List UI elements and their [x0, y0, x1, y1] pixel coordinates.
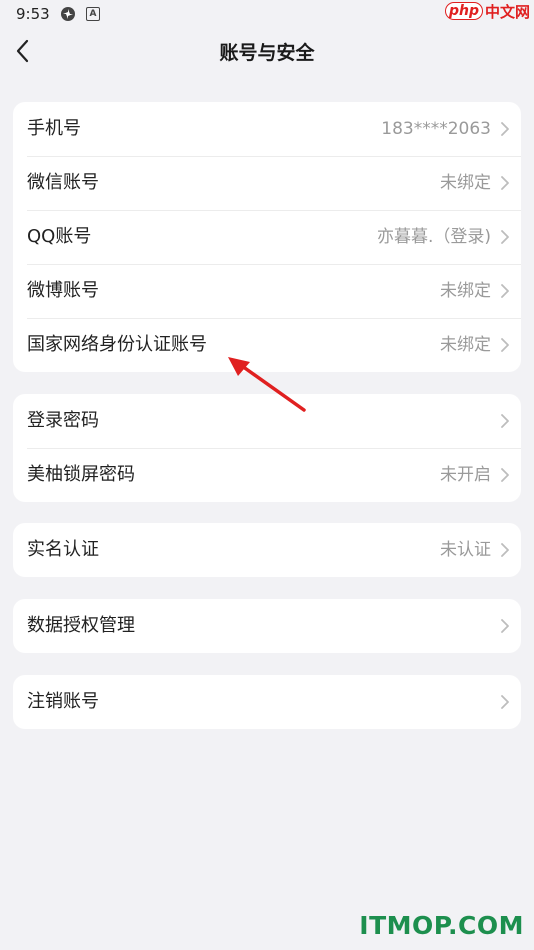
row-value: 未开启 — [440, 465, 491, 485]
status-time: 9:53 — [16, 5, 50, 23]
chevron-right-icon — [501, 468, 509, 482]
chevron-right-icon — [501, 543, 509, 557]
row-weibo[interactable]: 微博账号 未绑定 — [13, 264, 521, 318]
chevron-right-icon — [501, 338, 509, 352]
group-realname: 实名认证 未认证 — [13, 523, 521, 577]
row-realname[interactable]: 实名认证 未认证 — [13, 523, 521, 577]
header: 账号与安全 — [0, 28, 534, 74]
row-deactivate[interactable]: 注销账号 — [13, 675, 521, 729]
row-login-password[interactable]: 登录密码 — [13, 394, 521, 448]
row-label: 手机号 — [27, 118, 81, 139]
chevron-right-icon — [501, 176, 509, 190]
group-data-auth: 数据授权管理 — [13, 599, 521, 653]
row-label: QQ账号 — [27, 226, 92, 247]
group-passwords: 登录密码 美柚锁屏密码 未开启 — [13, 394, 521, 502]
row-value: 亦暮暮.（登录) — [376, 227, 491, 247]
row-lockscreen-password[interactable]: 美柚锁屏密码 未开启 — [13, 448, 521, 502]
row-phone[interactable]: 手机号 183****2063 — [13, 102, 521, 156]
group-deactivate: 注销账号 — [13, 675, 521, 729]
group-linked-accounts: 手机号 183****2063 微信账号 未绑定 QQ账号 亦暮暮.（登录) 微… — [13, 102, 521, 372]
row-value: 未绑定 — [440, 281, 491, 301]
status-bar: 9:53 A php 中文网 — [0, 0, 534, 28]
chevron-right-icon — [501, 414, 509, 428]
chevron-right-icon — [501, 619, 509, 633]
row-label: 美柚锁屏密码 — [27, 464, 135, 485]
fan-icon — [61, 7, 75, 21]
chevron-right-icon — [501, 122, 509, 136]
row-qq[interactable]: QQ账号 亦暮暮.（登录) — [13, 210, 521, 264]
row-value: 未绑定 — [440, 335, 491, 355]
watermark-itmop: ITMOP.COM — [359, 911, 524, 940]
row-value: 183****2063 — [381, 119, 491, 139]
page-title: 账号与安全 — [219, 42, 315, 64]
chevron-right-icon — [501, 284, 509, 298]
row-value: 未认证 — [440, 540, 491, 560]
chevron-right-icon — [501, 695, 509, 709]
row-label: 国家网络身份认证账号 — [27, 334, 207, 355]
row-label: 注销账号 — [27, 691, 99, 712]
chevron-right-icon — [501, 230, 509, 244]
watermark-php: php 中文网 — [444, 0, 530, 22]
row-national-id[interactable]: 国家网络身份认证账号 未绑定 — [13, 318, 521, 372]
row-label: 数据授权管理 — [27, 615, 135, 636]
row-label: 登录密码 — [27, 410, 99, 431]
row-label: 微博账号 — [27, 280, 99, 301]
row-value: 未绑定 — [440, 173, 491, 193]
watermark-php-badge: php — [444, 2, 483, 20]
a-icon: A — [86, 7, 100, 21]
row-wechat[interactable]: 微信账号 未绑定 — [13, 156, 521, 210]
watermark-php-text: 中文网 — [484, 2, 530, 21]
row-data-auth[interactable]: 数据授权管理 — [13, 599, 521, 653]
row-label: 微信账号 — [27, 172, 99, 193]
row-label: 实名认证 — [27, 539, 99, 560]
